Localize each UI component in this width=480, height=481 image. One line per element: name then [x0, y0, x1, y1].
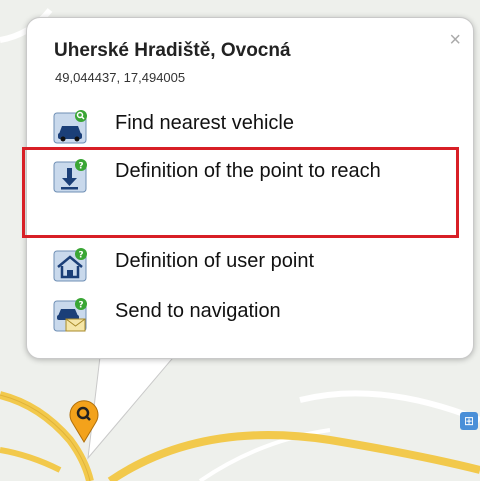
- car-search-icon: [53, 110, 87, 144]
- home-point-icon: ?: [53, 248, 87, 282]
- definition-user-point-label: Definition of user point: [115, 250, 315, 272]
- location-title: Uherské Hradiště, Ovocná: [54, 40, 291, 61]
- svg-text:⊞: ⊞: [464, 414, 474, 428]
- send-to-navigation-label: Send to navigation: [115, 300, 281, 322]
- find-nearest-vehicle-label: Find nearest vehicle: [115, 112, 294, 134]
- definition-user-point-item[interactable]: ? Definition of user point: [53, 244, 453, 286]
- find-nearest-vehicle-item[interactable]: Find nearest vehicle: [53, 106, 453, 148]
- car-mail-icon: ?: [53, 298, 87, 332]
- svg-text:?: ?: [78, 301, 83, 311]
- location-pin-icon[interactable]: [66, 398, 102, 444]
- highlight-box: [22, 147, 459, 238]
- send-to-navigation-item[interactable]: ? Send to navigation: [53, 294, 453, 336]
- location-coordinates: 49,044437, 17,494005: [55, 70, 186, 85]
- close-icon[interactable]: ×: [449, 30, 461, 50]
- svg-text:?: ?: [78, 251, 83, 261]
